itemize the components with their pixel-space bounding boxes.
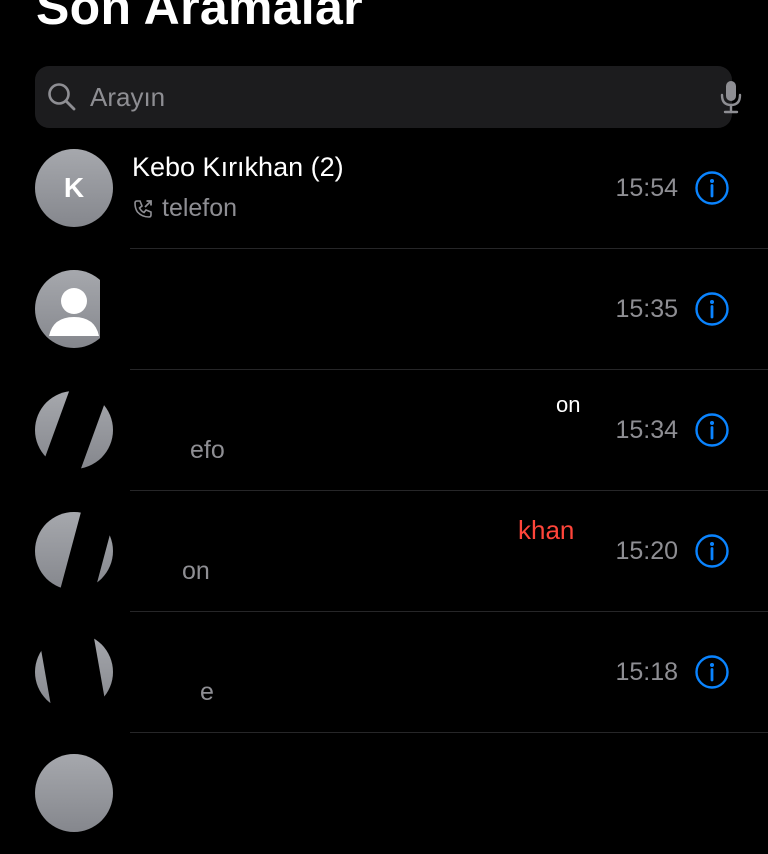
info-icon[interactable] bbox=[695, 655, 729, 689]
contact-name: khan bbox=[518, 515, 575, 545]
call-type-label: telefon bbox=[162, 194, 238, 222]
info-icon[interactable] bbox=[695, 413, 729, 447]
call-type: efo bbox=[190, 436, 225, 465]
call-type: telefon bbox=[132, 194, 237, 223]
search-icon bbox=[48, 83, 76, 111]
page-title: Son Aramalar bbox=[36, 0, 363, 35]
call-row[interactable]: K Kebo Kırıkhan (2) telefon 15:54 bbox=[0, 128, 768, 249]
call-row[interactable]: 15:35 bbox=[0, 249, 768, 370]
call-type-label: efo bbox=[190, 436, 225, 464]
avatar bbox=[35, 754, 113, 832]
call-type-label: on bbox=[182, 557, 210, 585]
contact-name: on bbox=[556, 392, 581, 417]
call-row[interactable]: on efo 15:34 bbox=[0, 370, 768, 491]
call-type: on bbox=[182, 557, 210, 586]
recent-calls-list: K Kebo Kırıkhan (2) telefon 15:54 15:35 … bbox=[0, 128, 768, 854]
call-row[interactable]: khan on 15:20 bbox=[0, 491, 768, 612]
call-type-label: e bbox=[200, 678, 214, 706]
avatar-initial: K bbox=[63, 172, 85, 203]
call-type: e bbox=[200, 678, 214, 707]
call-row[interactable] bbox=[0, 733, 768, 854]
search-bar[interactable] bbox=[35, 66, 742, 128]
call-time: 15:18 bbox=[615, 658, 678, 686]
call-time: 15:54 bbox=[615, 174, 678, 202]
microphone-icon bbox=[720, 81, 742, 114]
avatar: K bbox=[35, 149, 113, 227]
redaction bbox=[35, 617, 110, 727]
info-icon[interactable] bbox=[695, 171, 729, 205]
call-row[interactable]: e 15:18 bbox=[0, 612, 768, 733]
info-icon[interactable] bbox=[695, 292, 729, 326]
outgoing-call-icon bbox=[134, 199, 152, 218]
info-icon[interactable] bbox=[695, 534, 729, 568]
search-input[interactable] bbox=[90, 66, 670, 128]
call-time: 15:20 bbox=[615, 537, 678, 565]
call-time: 15:34 bbox=[615, 416, 678, 444]
contact-name: Kebo Kırıkhan (2) bbox=[132, 152, 344, 182]
redaction bbox=[100, 249, 300, 370]
call-time: 15:35 bbox=[615, 295, 678, 323]
